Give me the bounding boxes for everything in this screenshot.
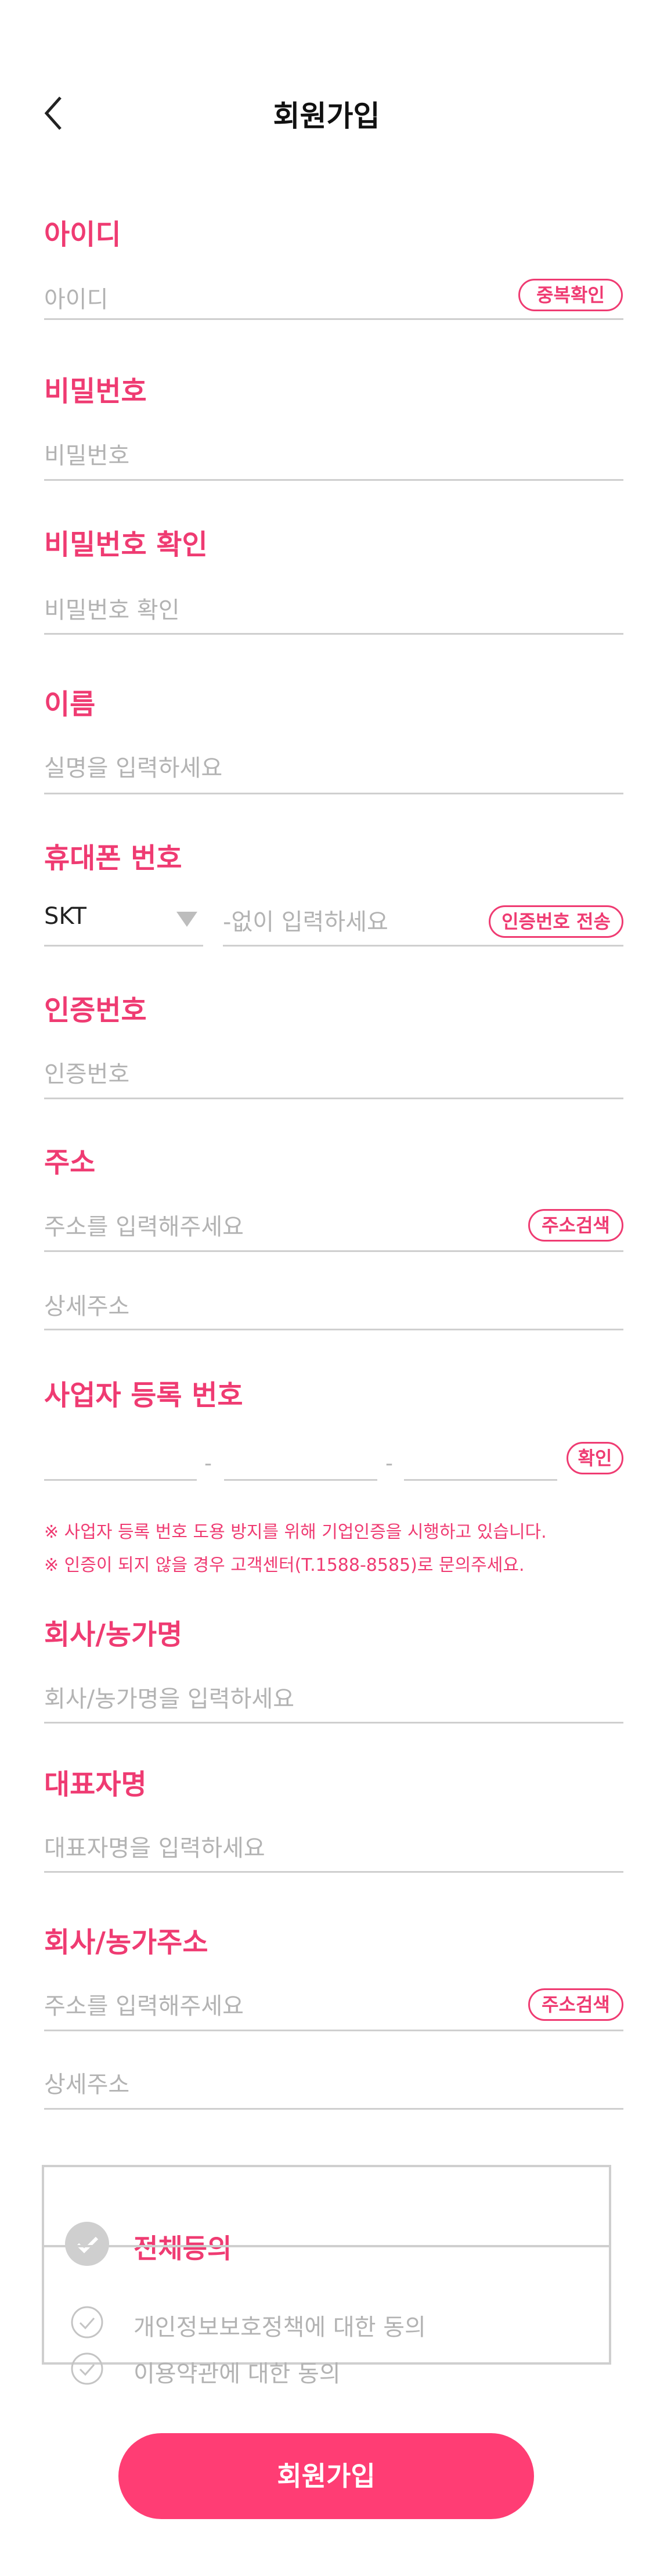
auth-code-input[interactable]: 인증번호 [44,1055,129,1089]
carrier-select[interactable]: SKT [44,903,86,930]
password-underline [44,479,623,481]
address-detail-input[interactable]: 상세주소 [44,1287,129,1321]
phone-input[interactable]: -없이 입력하세요 [223,903,388,937]
agree-terms-label[interactable]: 이용약관에 대한 동의 [134,2355,341,2388]
id-underline [44,318,623,320]
password-confirm-label: 비밀번호 확인 [44,528,208,561]
ceo-name-label: 대표자명 [44,1768,147,1801]
company-address-search-button[interactable]: 주소검색 [528,1988,623,2021]
carrier-underline [44,945,203,947]
id-label: 아이디 [44,218,121,251]
signup-submit-button[interactable]: 회원가입 [118,2433,534,2519]
id-input[interactable]: 아이디 [44,280,108,314]
company-name-input[interactable]: 회사/농가명을 입력하세요 [44,1680,294,1714]
phone-label: 휴대폰 번호 [44,842,182,875]
business-number-part2[interactable] [224,1479,377,1481]
separator-dash: - [204,1452,212,1476]
send-auth-code-button[interactable]: 인증번호 전송 [489,905,623,938]
check-circle-icon[interactable] [70,2352,104,2388]
password-label: 비밀번호 [44,375,147,408]
ceo-name-input[interactable]: 대표자명을 입력하세요 [44,1829,265,1863]
page-title: 회원가입 [273,99,380,133]
name-input[interactable]: 실명을 입력하세요 [44,749,222,783]
triangle-down-icon[interactable] [176,912,197,930]
business-number-label: 사업자 등록 번호 [44,1379,243,1412]
company-address-label: 회사/농가주소 [44,1926,208,1959]
auth-code-label: 인증번호 [44,994,147,1027]
company-address-detail-underline [44,2108,623,2110]
check-circle-icon[interactable] [70,2305,104,2341]
name-underline [44,793,623,794]
business-number-part1[interactable] [44,1479,197,1481]
business-number-part3[interactable] [404,1479,557,1481]
agree-privacy-label[interactable]: 개인정보보호정책에 대한 동의 [134,2308,426,2342]
ceo-name-underline [44,1871,623,1873]
separator-dash: - [385,1452,393,1476]
business-notice-2: ※ 인증이 되지 않을 경우 고객센터(T.1588-8585)로 문의주세요. [44,1555,525,1575]
name-label: 이름 [44,688,96,721]
address-detail-underline [44,1329,623,1330]
company-address-input[interactable]: 주소를 입력해주세요 [44,1987,244,2021]
address-input[interactable]: 주소를 입력해주세요 [44,1208,244,1242]
company-name-underline [44,1722,623,1724]
password-confirm-input[interactable]: 비밀번호 확인 [44,591,180,625]
company-name-label: 회사/농가명 [44,1618,183,1651]
address-underline [44,1250,623,1252]
phone-underline [223,945,623,947]
agreement-divider [44,2245,609,2247]
company-address-underline [44,2030,623,2031]
address-search-button[interactable]: 주소검색 [528,1209,623,1242]
company-address-detail-input[interactable]: 상세주소 [44,2066,129,2099]
password-input[interactable]: 비밀번호 [44,437,129,470]
auth-code-underline [44,1098,623,1099]
business-notice-1: ※ 사업자 등록 번호 도용 방지를 위해 기업인증을 시행하고 있습니다. [44,1522,547,1542]
duplicate-check-button[interactable]: 중복확인 [518,279,623,311]
business-number-confirm-button[interactable]: 확인 [567,1442,623,1474]
password-confirm-underline [44,633,623,635]
address-label: 주소 [44,1146,96,1179]
